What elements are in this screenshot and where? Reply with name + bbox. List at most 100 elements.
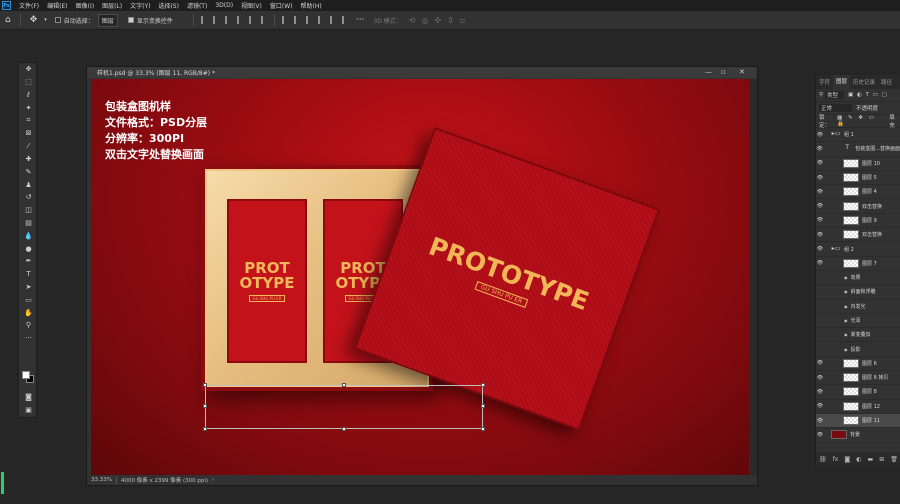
layer-row[interactable]: ◉ 渐变叠加: [816, 328, 900, 343]
frame-tool-icon[interactable]: ⊠: [19, 127, 38, 140]
pen-tool-icon[interactable]: ✒: [19, 255, 38, 268]
3d-pan-icon[interactable]: ✣: [434, 16, 441, 25]
gradient-tool-icon[interactable]: ▤: [19, 217, 38, 230]
layer-row[interactable]: ◉ 光泽: [816, 314, 900, 329]
visibility-eye-icon[interactable]: 👁: [816, 360, 824, 366]
layer-row[interactable]: ◉ 投影: [816, 342, 900, 357]
visibility-eye-icon[interactable]: 👁: [816, 375, 824, 381]
effect-eye-icon[interactable]: ◉: [844, 347, 848, 352]
transform-handle[interactable]: [203, 427, 207, 431]
menu-filter[interactable]: 滤镜(T): [183, 1, 211, 10]
hand-tool-icon[interactable]: ✋: [19, 306, 38, 319]
menu-edit[interactable]: 编辑(E): [43, 1, 71, 10]
document-tab[interactable]: 样机1.psd @ 33.3% (图层 11, RGB/8#) * — ▫ ✕: [87, 67, 757, 78]
zoom-level[interactable]: 33.33%: [91, 477, 112, 483]
blend-mode-dropdown[interactable]: 正常: [819, 104, 853, 112]
zoom-tool-icon[interactable]: ⚲: [19, 319, 38, 332]
menu-layer[interactable]: 图层(L): [98, 1, 126, 10]
layer-row[interactable]: 👁 图层 8: [816, 385, 900, 400]
chevron-right-icon[interactable]: ›: [212, 477, 214, 483]
distribute-bottom-icon[interactable]: [305, 16, 312, 24]
layer-row[interactable]: 👁 图层 10: [816, 157, 900, 171]
visibility-eye-icon[interactable]: 👁: [816, 389, 824, 395]
layer-row[interactable]: 👁 图层 11: [816, 413, 900, 429]
home-icon[interactable]: ⌂: [5, 15, 11, 25]
blur-tool-icon[interactable]: 💧: [19, 229, 38, 242]
new-layer-icon[interactable]: ⊞: [879, 456, 884, 463]
path-select-icon[interactable]: ➤: [19, 281, 38, 294]
move-tool-icon[interactable]: ✥: [30, 15, 38, 25]
photoshop-logo-icon[interactable]: Ps: [2, 1, 11, 10]
screen-mode-icon[interactable]: ▣: [19, 404, 38, 417]
align-bottom-icon[interactable]: [260, 16, 267, 24]
align-left-icon[interactable]: [200, 16, 207, 24]
layer-row[interactable]: ◉ 内发光: [816, 300, 900, 314]
menu-image[interactable]: 图像(I): [72, 1, 98, 10]
magic-wand-icon[interactable]: ✦: [19, 101, 38, 114]
maximize-icon[interactable]: ▫: [721, 68, 726, 76]
distribute-center-icon[interactable]: [329, 16, 336, 24]
layer-row[interactable]: 👁 图层 4: [816, 185, 900, 200]
distribute-right-icon[interactable]: [341, 16, 348, 24]
filter-icons[interactable]: ▣ ◐ T ▭ ▢: [848, 92, 888, 98]
clone-stamp-icon[interactable]: ♟: [19, 178, 38, 191]
transform-handle[interactable]: [481, 404, 485, 408]
shape-tool-icon[interactable]: ▭: [19, 293, 38, 306]
layer-row[interactable]: 👁 T 包装盒图...替换画面: [816, 142, 900, 157]
align-center-icon[interactable]: [212, 16, 219, 24]
fx-icon[interactable]: fx: [833, 456, 839, 463]
layer-row[interactable]: 👁 双击替换: [816, 199, 900, 214]
quick-mask-icon[interactable]: ◙: [19, 391, 38, 404]
menu-3d[interactable]: 3D(D): [211, 2, 237, 9]
type-tool-icon[interactable]: T: [19, 268, 38, 281]
layer-row[interactable]: ◉ 斜面和浮雕: [816, 285, 900, 300]
menu-window[interactable]: 窗口(W): [266, 1, 297, 10]
minimize-icon[interactable]: —: [705, 68, 712, 76]
lasso-tool-icon[interactable]: ℓ: [19, 89, 38, 102]
brush-tool-icon[interactable]: ✎: [19, 165, 38, 178]
visibility-eye-icon[interactable]: 👁: [816, 175, 824, 181]
layer-row[interactable]: ◉ 效果: [816, 271, 900, 286]
effect-eye-icon[interactable]: ◉: [844, 332, 848, 337]
tab-history[interactable]: 历史记录: [850, 78, 878, 86]
healing-brush-icon[interactable]: ✚: [19, 153, 38, 166]
more-options-icon[interactable]: ···: [356, 15, 365, 25]
visibility-eye-icon[interactable]: 👁: [816, 203, 824, 209]
canvas[interactable]: 包装盒图机样 文件格式：PSD分层 分辨率：300PI 双击文字处替换画面 PR…: [91, 79, 749, 475]
layer-row[interactable]: 👁 图层 7: [816, 257, 900, 271]
transform-handle[interactable]: [203, 404, 207, 408]
layer-row[interactable]: 👁 图层 5: [816, 171, 900, 186]
tab-paths[interactable]: 路径: [878, 78, 895, 86]
folder-icon[interactable]: ▬: [868, 456, 874, 463]
effect-eye-icon[interactable]: ◉: [844, 289, 848, 294]
layer-row[interactable]: 👁 背景: [816, 428, 900, 443]
visibility-eye-icon[interactable]: 👁: [816, 260, 824, 266]
distribute-top-icon[interactable]: [281, 16, 288, 24]
transform-handle[interactable]: [342, 427, 346, 431]
layer-row[interactable]: 👁 ▸▭ 组 1: [816, 128, 900, 143]
transform-handle[interactable]: [342, 383, 346, 387]
menu-select[interactable]: 选择(S): [154, 1, 183, 10]
layer-row[interactable]: 👁 ▸▭ 组 2: [816, 242, 900, 257]
visibility-eye-icon[interactable]: 👁: [816, 132, 824, 138]
vertical-scrollbar[interactable]: [749, 79, 757, 475]
visibility-eye-icon[interactable]: 👁: [816, 217, 824, 223]
effect-eye-icon[interactable]: ◉: [844, 318, 848, 323]
filter-kind-dropdown[interactable]: 类型: [825, 91, 845, 99]
layer-row[interactable]: 👁 双击替换: [816, 228, 900, 243]
visibility-eye-icon[interactable]: 👁: [816, 432, 824, 438]
transform-bounding-box[interactable]: [203, 383, 485, 431]
visibility-eye-icon[interactable]: 👁: [816, 189, 824, 195]
visibility-eye-icon[interactable]: 👁: [816, 418, 824, 424]
move-tool-icon[interactable]: ✥: [19, 63, 38, 76]
3d-slide-icon[interactable]: ⇕: [447, 16, 454, 25]
layer-row[interactable]: 👁 图层 12: [816, 400, 900, 414]
tab-layers[interactable]: 图层: [833, 75, 851, 89]
auto-select-dropdown[interactable]: 图层: [97, 13, 118, 27]
3d-roll-icon[interactable]: ◎: [421, 16, 428, 25]
eyedropper-icon[interactable]: ⁄: [19, 140, 38, 153]
chevron-down-icon[interactable]: ▾: [44, 17, 47, 23]
visibility-eye-icon[interactable]: 👁: [816, 160, 824, 166]
close-icon[interactable]: ✕: [739, 68, 745, 76]
adjustment-icon[interactable]: ◐: [856, 456, 861, 463]
